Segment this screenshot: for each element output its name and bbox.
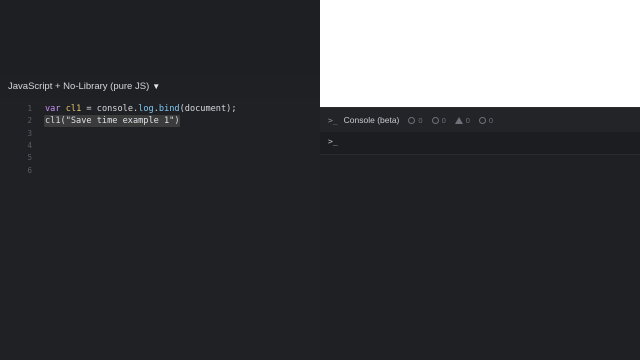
error-counter[interactable]: 0 xyxy=(431,115,446,125)
code-token-plain: ) xyxy=(174,116,180,127)
line-number: 5 xyxy=(27,153,32,163)
code-text: cl1("Save time example 1") xyxy=(45,115,180,127)
warning-counter[interactable]: 0 xyxy=(454,115,470,125)
warning-icon xyxy=(454,116,463,124)
code-line[interactable]: 6 xyxy=(0,165,320,177)
result-preview[interactable] xyxy=(320,0,640,107)
code-line[interactable]: 1 var cl1 = console.log.bind(document); xyxy=(0,103,320,115)
code-token-plain: cl1( xyxy=(45,116,66,127)
clock-icon xyxy=(408,116,416,124)
console-title: Console (beta) xyxy=(343,115,400,125)
code-token-plain: = console. xyxy=(81,104,139,114)
code-editor[interactable]: 1 var cl1 = console.log.bind(document); 2 c… xyxy=(0,98,320,360)
info-icon xyxy=(478,116,486,124)
console-input[interactable]: >_ xyxy=(320,132,640,155)
error-icon xyxy=(431,116,439,124)
line-number: 1 xyxy=(27,104,32,113)
language-selector[interactable]: JavaScript + No-Library (pure JS) ▼ xyxy=(8,81,160,92)
console-output xyxy=(320,155,640,360)
code-token-fn: log xyxy=(138,104,154,114)
console-header[interactable]: >_ Console (beta) 0 0 0 0 xyxy=(320,107,640,132)
code-token-str: "Save time example 1" xyxy=(65,116,175,127)
code-token-var: cl1 xyxy=(65,104,82,114)
language-selector-label: JavaScript + No-Library (pure JS) xyxy=(8,81,150,92)
console-input-prompt: >_ xyxy=(328,137,338,146)
line-number: 4 xyxy=(27,140,32,150)
code-token-plain: (document); xyxy=(179,104,237,114)
code-line[interactable]: 4 xyxy=(0,140,320,152)
log-count: 0 xyxy=(418,115,423,125)
triangle-down-icon[interactable]: ▼ xyxy=(152,82,160,91)
line-number: 3 xyxy=(27,128,32,138)
right-panel: >_ Console (beta) 0 0 0 0 >_ xyxy=(320,0,640,360)
warning-count: 0 xyxy=(465,115,470,125)
code-token-kw: var xyxy=(45,104,61,114)
line-number: 2 xyxy=(27,116,32,126)
code-line[interactable]: 2 cl1("Save time example 1") xyxy=(0,115,320,128)
editor-top-area xyxy=(0,0,320,74)
line-number: 6 xyxy=(27,165,32,175)
code-text: var cl1 = console.log.bind(document); xyxy=(45,103,237,115)
info-count: 0 xyxy=(488,115,494,125)
console-prompt-icon: >_ xyxy=(328,115,338,125)
error-count: 0 xyxy=(441,115,446,125)
code-line[interactable]: 3 xyxy=(0,128,320,140)
log-counter[interactable]: 0 xyxy=(408,115,423,125)
code-token-fn: bind xyxy=(158,104,180,114)
info-counter[interactable]: 0 xyxy=(478,115,494,125)
editor-panel: JavaScript + No-Library (pure JS) ▼ 1 var … xyxy=(0,0,320,360)
code-line[interactable]: 5 xyxy=(0,152,320,164)
